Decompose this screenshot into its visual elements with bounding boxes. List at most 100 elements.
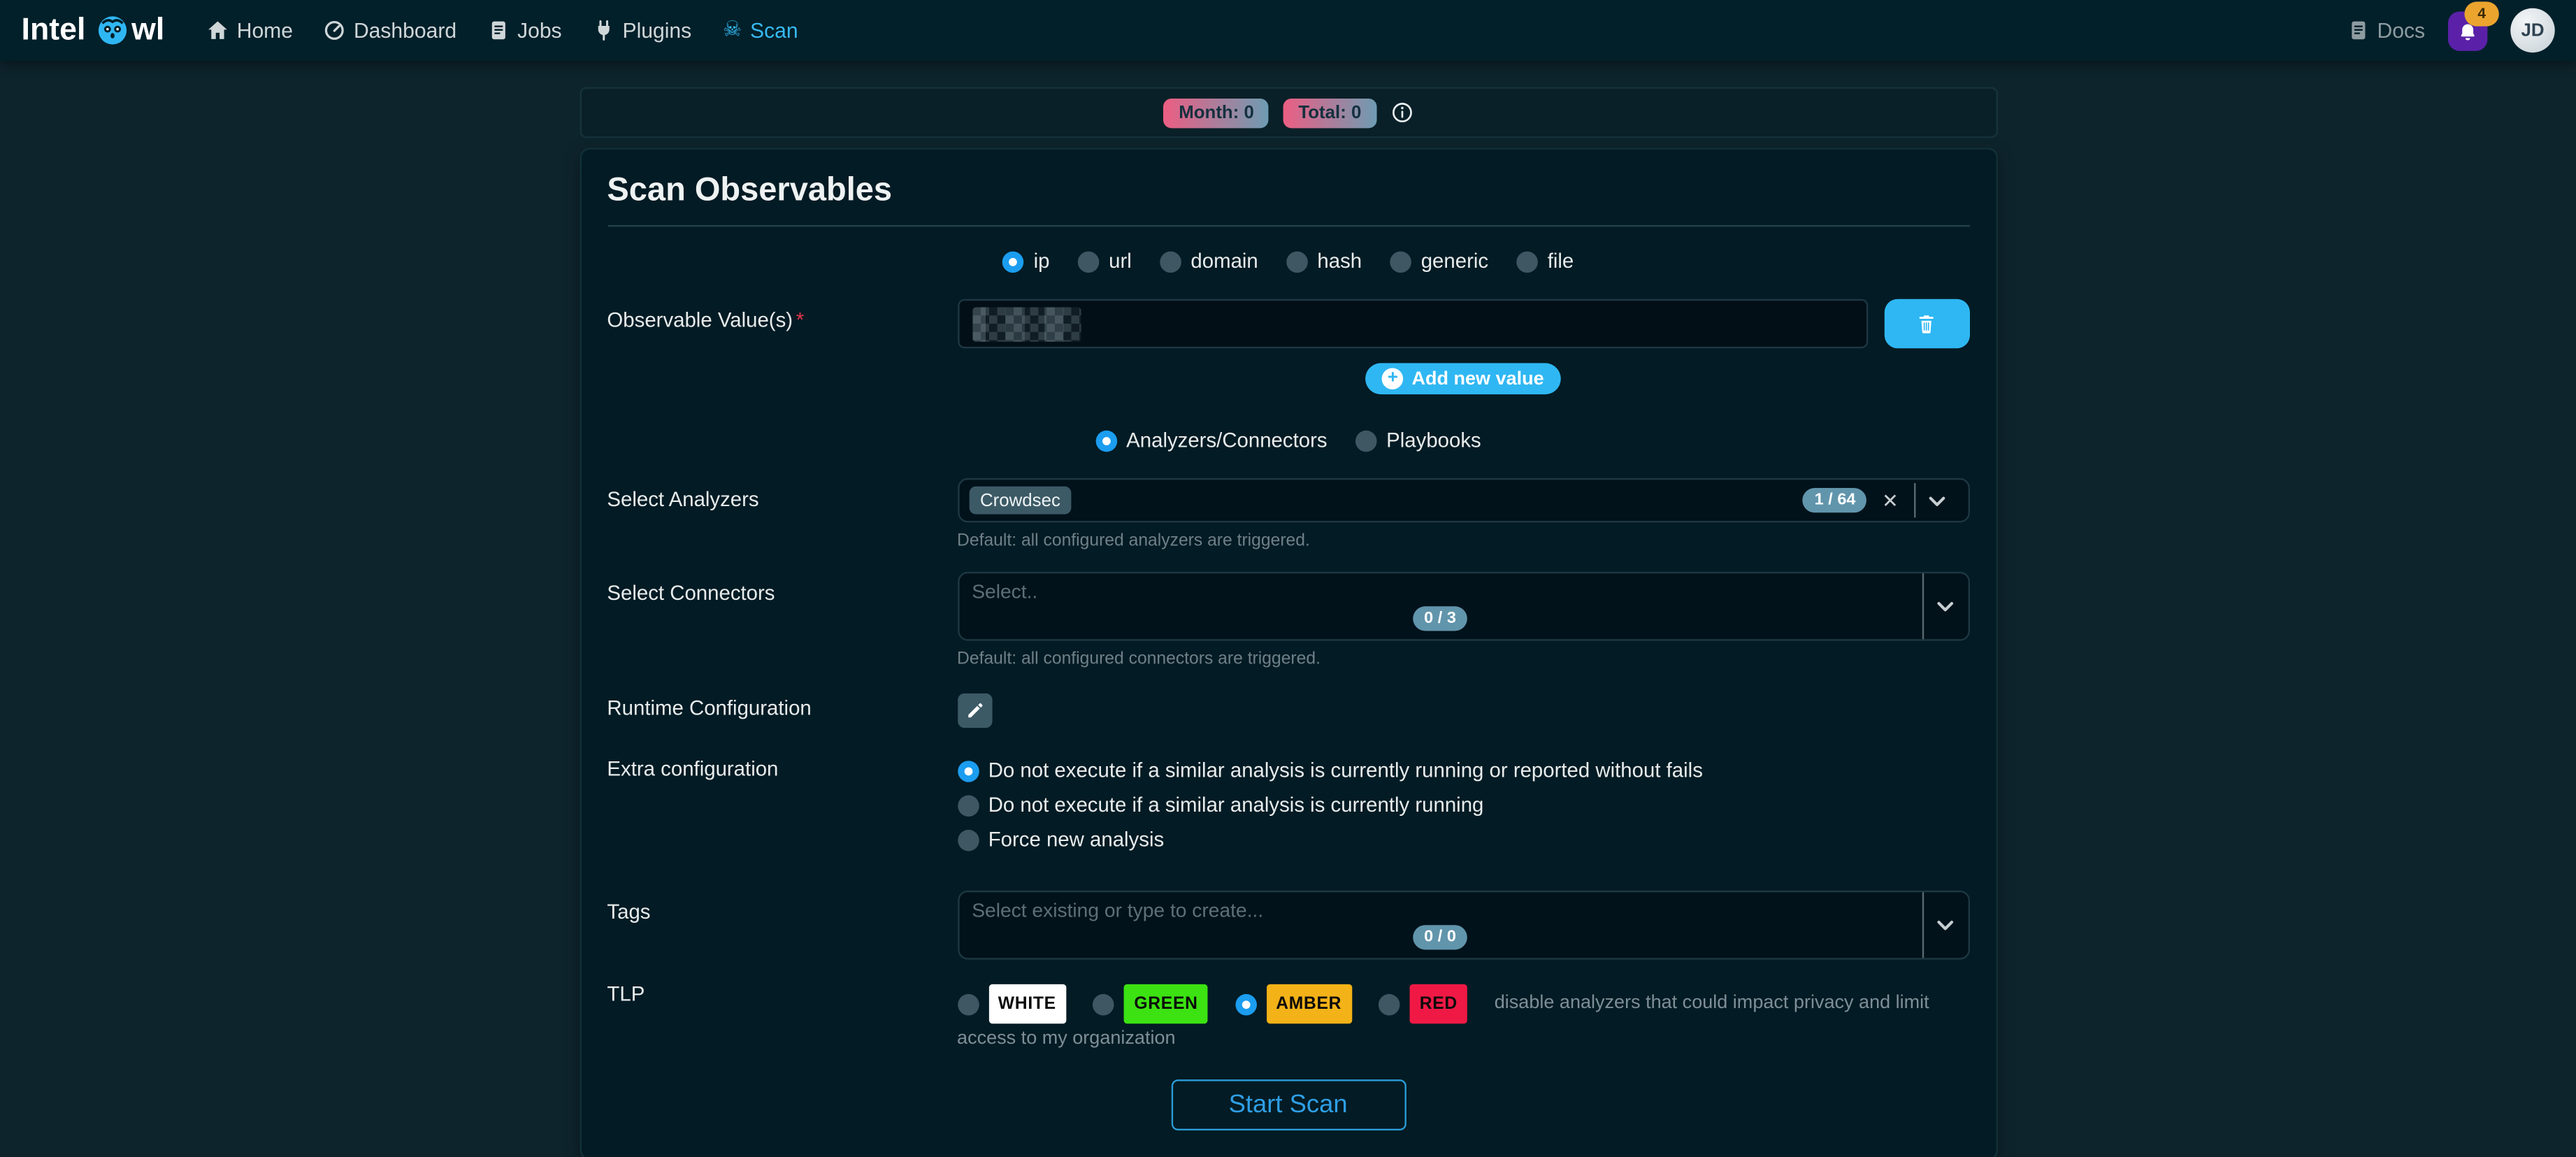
- notifications-button[interactable]: 4: [2448, 10, 2487, 50]
- docs-link[interactable]: Docs: [2347, 18, 2425, 43]
- radio-icon: [957, 829, 979, 851]
- classification-option-hash[interactable]: hash: [1286, 250, 1362, 273]
- connectors-multiselect[interactable]: Select.. 0 / 3: [957, 572, 1969, 641]
- radio-icon: [957, 794, 979, 816]
- month-quota-badge: Month: 0: [1164, 98, 1269, 127]
- docs-label: Docs: [2377, 18, 2426, 43]
- nav-item-label: Home: [237, 18, 293, 43]
- radio-icon: [957, 760, 979, 782]
- owl-logo-icon: [97, 15, 129, 46]
- tlp-white-badge: WHITE: [988, 984, 1066, 1023]
- extra-configuration-label: Extra configuration: [607, 754, 957, 781]
- tlp-amber-badge: AMBER: [1266, 984, 1351, 1023]
- radio-icon: [1095, 430, 1117, 452]
- clear-selection-icon[interactable]: ✕: [1882, 489, 1899, 512]
- home-icon: [207, 20, 229, 41]
- nav-item-plugins[interactable]: Plugins: [593, 18, 691, 43]
- radio-icon: [1379, 993, 1400, 1015]
- radio-icon: [1002, 250, 1024, 272]
- tlp-green-badge: GREEN: [1124, 984, 1207, 1023]
- remove-value-button[interactable]: [1884, 299, 1969, 349]
- runtime-configuration-row: Runtime Configuration: [607, 694, 1969, 728]
- radio-icon: [1286, 250, 1308, 272]
- nav-item-jobs[interactable]: Jobs: [488, 18, 562, 43]
- chevron-down-icon[interactable]: [1924, 914, 1966, 937]
- observable-value-redacted: [972, 306, 1080, 340]
- nav-item-label: Dashboard: [354, 18, 456, 43]
- nav-menu: Home Dashboard Jobs: [207, 18, 798, 43]
- add-new-value-button[interactable]: + Add new value: [1366, 363, 1561, 394]
- nav-item-home[interactable]: Home: [207, 18, 293, 43]
- total-quota-badge: Total: 0: [1283, 98, 1376, 127]
- classification-option-file[interactable]: file: [1516, 250, 1574, 273]
- nav-item-label: Scan: [750, 18, 798, 43]
- observable-value-input[interactable]: [957, 299, 1867, 349]
- mode-radio-group: Analyzers/Connectors Playbooks: [607, 429, 1969, 452]
- radio-icon: [1235, 993, 1256, 1015]
- docs-icon: [2347, 20, 2369, 41]
- runtime-configuration-label: Runtime Configuration: [607, 694, 957, 720]
- plus-circle-icon: +: [1382, 368, 1404, 389]
- tags-placeholder: Select existing or type to create...: [972, 899, 1908, 922]
- edit-runtime-config-button[interactable]: [957, 694, 991, 728]
- extra-option-no-exec-running[interactable]: Do not execute if a similar analysis is …: [957, 793, 1969, 817]
- nav-item-dashboard[interactable]: Dashboard: [324, 18, 456, 43]
- observable-values-label: Observable Value(s)*: [607, 299, 957, 332]
- classification-radio-group: ip url domain hash generic file: [607, 250, 1969, 273]
- connectors-count-badge: 0 / 3: [1413, 606, 1468, 631]
- selected-analyzer-chip: Crowdsec: [969, 487, 1072, 515]
- page-title: Scan Observables: [607, 173, 1969, 210]
- scan-skull-icon: ☠: [723, 20, 742, 41]
- extra-option-force-new[interactable]: Force new analysis: [957, 828, 1969, 851]
- chevron-down-icon[interactable]: [1915, 489, 1957, 512]
- start-scan-button[interactable]: Start Scan: [1171, 1080, 1406, 1131]
- mode-option-analyzers-connectors[interactable]: Analyzers/Connectors: [1095, 429, 1327, 452]
- tlp-option-red[interactable]: RED: [1379, 984, 1467, 1023]
- analyzers-multiselect[interactable]: Crowdsec 1 / 64 ✕: [957, 478, 1969, 522]
- tlp-option-green[interactable]: GREEN: [1093, 984, 1208, 1023]
- observable-values-row: Observable Value(s)*: [607, 299, 1969, 394]
- tlp-label: TLP: [607, 979, 957, 1006]
- dashboard-icon: [324, 20, 346, 41]
- select-connectors-label: Select Connectors: [607, 572, 957, 605]
- user-avatar[interactable]: JD: [2510, 8, 2554, 52]
- brand-owl-text: wl: [131, 13, 164, 49]
- brand-intel-text: Intel: [22, 13, 86, 49]
- tlp-option-amber[interactable]: AMBER: [1235, 984, 1351, 1023]
- required-asterisk: *: [796, 309, 804, 332]
- classification-option-url[interactable]: url: [1077, 250, 1131, 273]
- tags-row: Tags Select existing or type to create..…: [607, 891, 1969, 960]
- classification-option-ip[interactable]: ip: [1002, 250, 1050, 273]
- connectors-helper-text: Default: all configured connectors are t…: [957, 649, 1969, 668]
- tags-count-badge: 0 / 0: [1413, 925, 1468, 949]
- select-connectors-row: Select Connectors Select.. 0 / 3 Default…: [607, 572, 1969, 669]
- info-icon[interactable]: [1391, 102, 1413, 124]
- notifications-count-badge: 4: [2464, 1, 2498, 25]
- brand-logo[interactable]: Intel wl: [22, 13, 165, 49]
- tags-label: Tags: [607, 891, 957, 924]
- nav-item-scan[interactable]: ☠ Scan: [723, 18, 798, 43]
- classification-option-domain[interactable]: domain: [1160, 250, 1258, 273]
- navbar: Intel wl Home: [0, 0, 2576, 61]
- chevron-down-icon[interactable]: [1924, 595, 1966, 618]
- radio-icon: [1390, 250, 1411, 272]
- mode-option-playbooks[interactable]: Playbooks: [1355, 429, 1481, 452]
- tags-multiselect[interactable]: Select existing or type to create... 0 /…: [957, 891, 1969, 960]
- radio-icon: [1355, 430, 1377, 452]
- tlp-option-white[interactable]: WHITE: [957, 984, 1066, 1023]
- plug-icon: [593, 20, 614, 41]
- pencil-icon: [965, 702, 984, 720]
- radio-icon: [1077, 250, 1099, 272]
- radio-icon: [957, 993, 979, 1015]
- radio-icon: [1516, 250, 1538, 272]
- analyzers-helper-text: Default: all configured analyzers are tr…: [957, 531, 1969, 550]
- extra-option-no-exec-without-fails[interactable]: Do not execute if a similar analysis is …: [957, 759, 1969, 782]
- navbar-right: Docs 4 JD: [2347, 8, 2555, 52]
- select-analyzers-row: Select Analyzers Crowdsec 1 / 64 ✕ Defau…: [607, 478, 1969, 550]
- jobs-icon: [488, 20, 510, 41]
- extra-configuration-row: Extra configuration Do not execute if a …: [607, 754, 1969, 851]
- classification-option-generic[interactable]: generic: [1390, 250, 1488, 273]
- trash-icon: [1915, 313, 1937, 335]
- tlp-row: TLP WHITE GREEN AMBER RED dis: [607, 979, 1969, 1056]
- radio-icon: [1160, 250, 1181, 272]
